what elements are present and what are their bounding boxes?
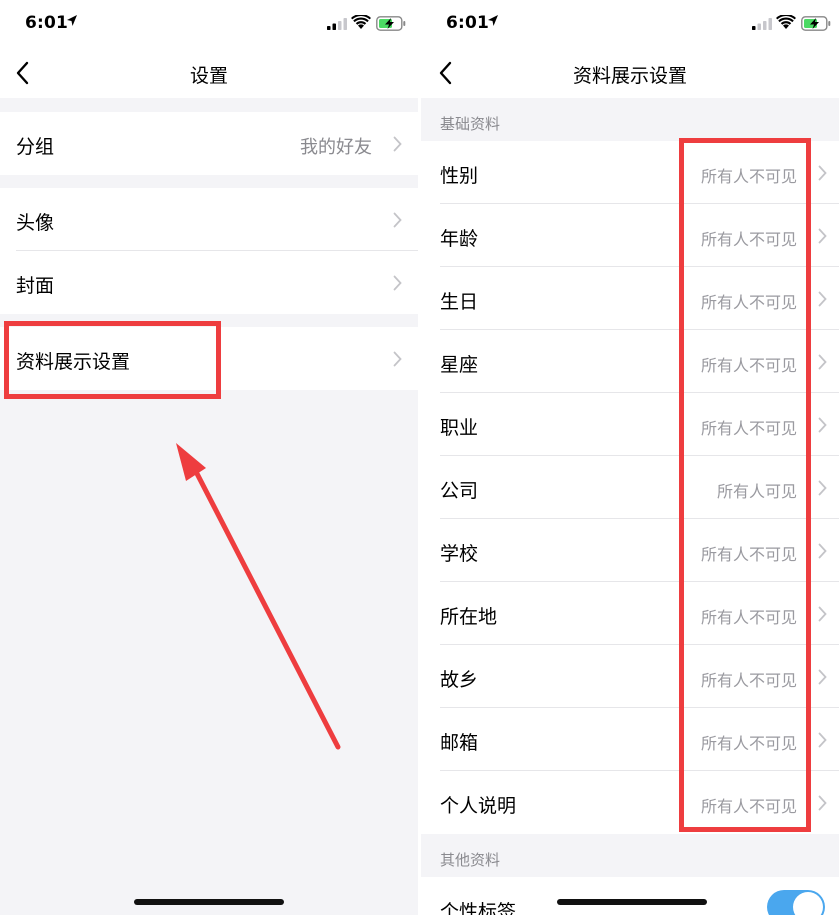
settings-row-personal-tags: 个性标签 — [421, 877, 839, 915]
field-label: 年龄 — [440, 228, 479, 250]
chevron-right-icon — [818, 228, 827, 244]
page-title: 设置 — [189, 65, 228, 87]
chevron-right-icon — [393, 351, 402, 367]
settings-row-group[interactable]: 分组 我的好友 — [0, 112, 418, 175]
row-value: 我的好友 — [300, 137, 372, 158]
chevron-right-icon — [818, 354, 827, 370]
toggle-knob — [793, 892, 823, 915]
field-label: 性别 — [440, 165, 479, 187]
field-label: 所在地 — [440, 606, 498, 628]
chevron-right-icon — [818, 669, 827, 685]
left-phone-screen: 6:01 设置 分组 我的好友 头像 封面 资料展示设置 — [0, 0, 418, 915]
nav-bar: 设置 — [0, 48, 418, 98]
chevron-right-icon — [818, 606, 827, 622]
field-label: 故乡 — [440, 669, 479, 691]
field-label: 星座 — [440, 354, 479, 376]
field-label: 公司 — [440, 480, 479, 502]
signal-icon — [327, 18, 347, 30]
settings-row-cover[interactable]: 封面 — [0, 251, 418, 314]
location-arrow-icon — [488, 15, 498, 26]
chevron-right-icon — [818, 480, 827, 496]
field-label: 学校 — [440, 543, 479, 565]
annotation-highlight-box — [4, 321, 221, 399]
status-time: 6:01 — [446, 13, 490, 33]
chevron-right-icon — [818, 795, 827, 811]
chevron-right-icon — [393, 212, 402, 228]
wifi-icon — [351, 15, 371, 29]
section-header-other: 其他资料 — [440, 851, 501, 869]
right-phone-screen: 6:01 资料展示设置 基础资料 性别 所有人不可见 年龄 所有人不可见 生日 所有人不可… — [421, 0, 839, 915]
home-indicator — [557, 899, 707, 905]
battery-charging-icon — [376, 16, 406, 31]
chevron-right-icon — [818, 543, 827, 559]
annotation-highlight-box — [679, 138, 811, 832]
status-bar: 6:01 — [0, 0, 418, 48]
row-label: 分组 — [16, 136, 55, 158]
field-label: 邮箱 — [440, 732, 479, 754]
signal-icon — [752, 18, 772, 30]
wifi-icon — [776, 15, 796, 29]
personal-tags-toggle[interactable] — [767, 890, 825, 915]
battery-charging-icon — [801, 16, 831, 31]
field-label: 生日 — [440, 291, 479, 313]
page-title: 资料展示设置 — [572, 65, 687, 87]
status-bar: 6:01 — [421, 0, 839, 48]
chevron-right-icon — [818, 732, 827, 748]
location-arrow-icon — [67, 15, 77, 26]
chevron-right-icon — [818, 165, 827, 181]
chevron-right-icon — [818, 417, 827, 433]
chevron-right-icon — [393, 136, 402, 152]
field-label: 职业 — [440, 417, 479, 439]
nav-bar: 资料展示设置 — [421, 48, 839, 98]
settings-row-avatar[interactable]: 头像 — [0, 188, 418, 251]
row-label: 封面 — [16, 275, 55, 297]
chevron-right-icon — [393, 275, 402, 291]
home-indicator — [134, 899, 284, 905]
section-header-basic: 基础资料 — [440, 115, 501, 133]
status-time: 6:01 — [25, 13, 69, 33]
row-label: 头像 — [16, 212, 55, 234]
field-label: 个人说明 — [440, 795, 517, 817]
row-label: 个性标签 — [440, 901, 517, 915]
chevron-right-icon — [818, 291, 827, 307]
